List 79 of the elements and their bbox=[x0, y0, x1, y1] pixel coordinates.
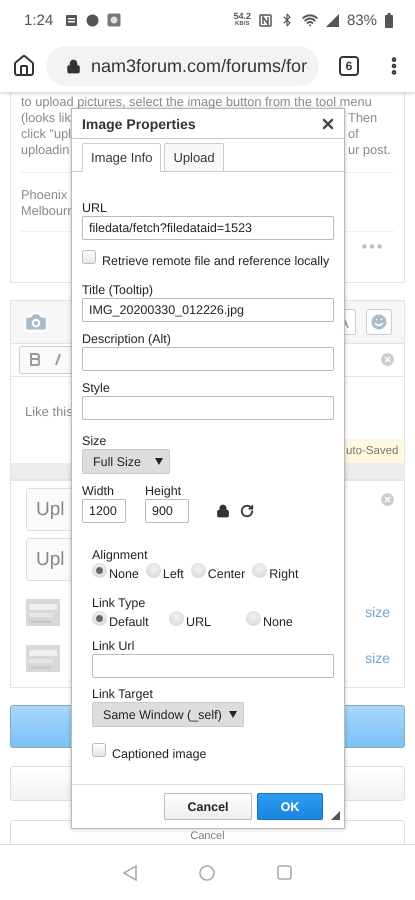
style-field[interactable] bbox=[82, 396, 334, 420]
radio-label: Center bbox=[208, 566, 246, 581]
post-text: ur post. bbox=[348, 142, 392, 158]
clear-icon[interactable] bbox=[379, 351, 396, 368]
app-icon bbox=[107, 13, 122, 27]
dialog-title: Image Properties bbox=[82, 116, 196, 132]
url-field[interactable]: filedata/fetch?filedataid=1523 bbox=[82, 216, 334, 240]
clock-time: 1:24 bbox=[24, 12, 54, 28]
notification-icon bbox=[65, 14, 78, 26]
italic-icon[interactable] bbox=[54, 353, 62, 366]
post-text: Then bbox=[348, 110, 378, 126]
field-label: Link Target bbox=[92, 686, 154, 702]
radio-button[interactable] bbox=[252, 563, 268, 578]
post-text: to upload pictures, select the image button from the tool menu bbox=[21, 94, 372, 110]
back-button[interactable] bbox=[123, 864, 137, 880]
field-label: Size bbox=[82, 433, 108, 449]
size-select[interactable]: Full Size bbox=[82, 449, 170, 474]
radio-button[interactable] bbox=[92, 563, 107, 578]
dialog-tab[interactable]: Image Info bbox=[82, 143, 162, 172]
smile-icon bbox=[369, 312, 389, 332]
radio-label: Default bbox=[109, 614, 149, 629]
field-label: Link Url bbox=[92, 638, 136, 654]
field-label: URL bbox=[82, 200, 108, 216]
battery-icon bbox=[385, 12, 393, 28]
remove-icon[interactable] bbox=[379, 491, 396, 508]
title-field[interactable]: IMG_20200330_012226.jpg bbox=[82, 298, 334, 322]
post-text: of bbox=[348, 126, 360, 142]
field-label: Width bbox=[82, 483, 115, 499]
tab-count-button[interactable]: 6 bbox=[339, 56, 359, 76]
radio-label: Left bbox=[162, 566, 184, 581]
reset-icon[interactable] bbox=[240, 504, 254, 518]
radio-label: None bbox=[263, 614, 293, 629]
recents-button[interactable] bbox=[277, 865, 292, 880]
field-label: Description (Alt) bbox=[82, 331, 172, 347]
link-url-field[interactable] bbox=[92, 654, 334, 678]
radio-button[interactable] bbox=[246, 611, 261, 626]
autosave-text: uto-Saved bbox=[346, 445, 398, 458]
radio-button[interactable] bbox=[146, 563, 161, 578]
checkbox-label: Captioned image bbox=[112, 746, 207, 761]
url-text: nam3forum.com/forums/for bbox=[91, 56, 308, 76]
caret-icon bbox=[229, 711, 237, 718]
checkbox-label: Retrieve remote file and reference locally bbox=[102, 253, 330, 268]
field-label: Height bbox=[145, 483, 182, 499]
field-label: Link Type bbox=[92, 595, 146, 611]
bold-icon[interactable] bbox=[30, 353, 40, 366]
wifi-icon bbox=[302, 12, 318, 28]
home-button[interactable] bbox=[12, 54, 36, 78]
field-label: Alignment bbox=[92, 547, 149, 563]
lock-icon[interactable] bbox=[216, 504, 230, 518]
field-label: Style bbox=[82, 380, 111, 396]
caret-icon bbox=[155, 458, 163, 465]
field-label: Title (Tooltip) bbox=[82, 282, 154, 298]
cancel-button[interactable]: Cancel bbox=[164, 793, 252, 820]
lock-icon bbox=[66, 58, 81, 74]
emoji-button[interactable] bbox=[366, 308, 392, 335]
post-text: (looks lik bbox=[21, 110, 71, 126]
signal-icon bbox=[326, 14, 339, 26]
post-text: click "upl bbox=[21, 126, 72, 142]
signature-text: Phoenix bbox=[21, 187, 68, 203]
description-field[interactable] bbox=[82, 347, 334, 371]
link-target-select[interactable]: Same Window (_self) bbox=[92, 702, 244, 727]
nfc-icon bbox=[258, 14, 272, 26]
speed-value: 54.2 bbox=[233, 12, 251, 20]
radio-button[interactable] bbox=[169, 611, 184, 626]
checkbox[interactable] bbox=[92, 743, 106, 757]
dialog-tab[interactable]: Upload bbox=[164, 143, 224, 172]
height-field[interactable]: 900 bbox=[145, 499, 189, 523]
radio-label: URL bbox=[186, 614, 212, 629]
radio-button[interactable] bbox=[92, 611, 107, 626]
address-bar[interactable]: nam3forum.com/forums/for bbox=[46, 46, 319, 86]
checkbox[interactable] bbox=[82, 250, 96, 264]
radio-label: Right bbox=[269, 566, 298, 581]
radio-button[interactable] bbox=[190, 563, 206, 578]
more-icon[interactable] bbox=[362, 244, 382, 249]
radio-label: None bbox=[109, 566, 139, 581]
width-field[interactable]: 1200 bbox=[82, 499, 126, 523]
app-icon bbox=[86, 14, 100, 26]
battery-level: 83% bbox=[346, 12, 377, 28]
post-text: uploadin bbox=[21, 142, 70, 158]
